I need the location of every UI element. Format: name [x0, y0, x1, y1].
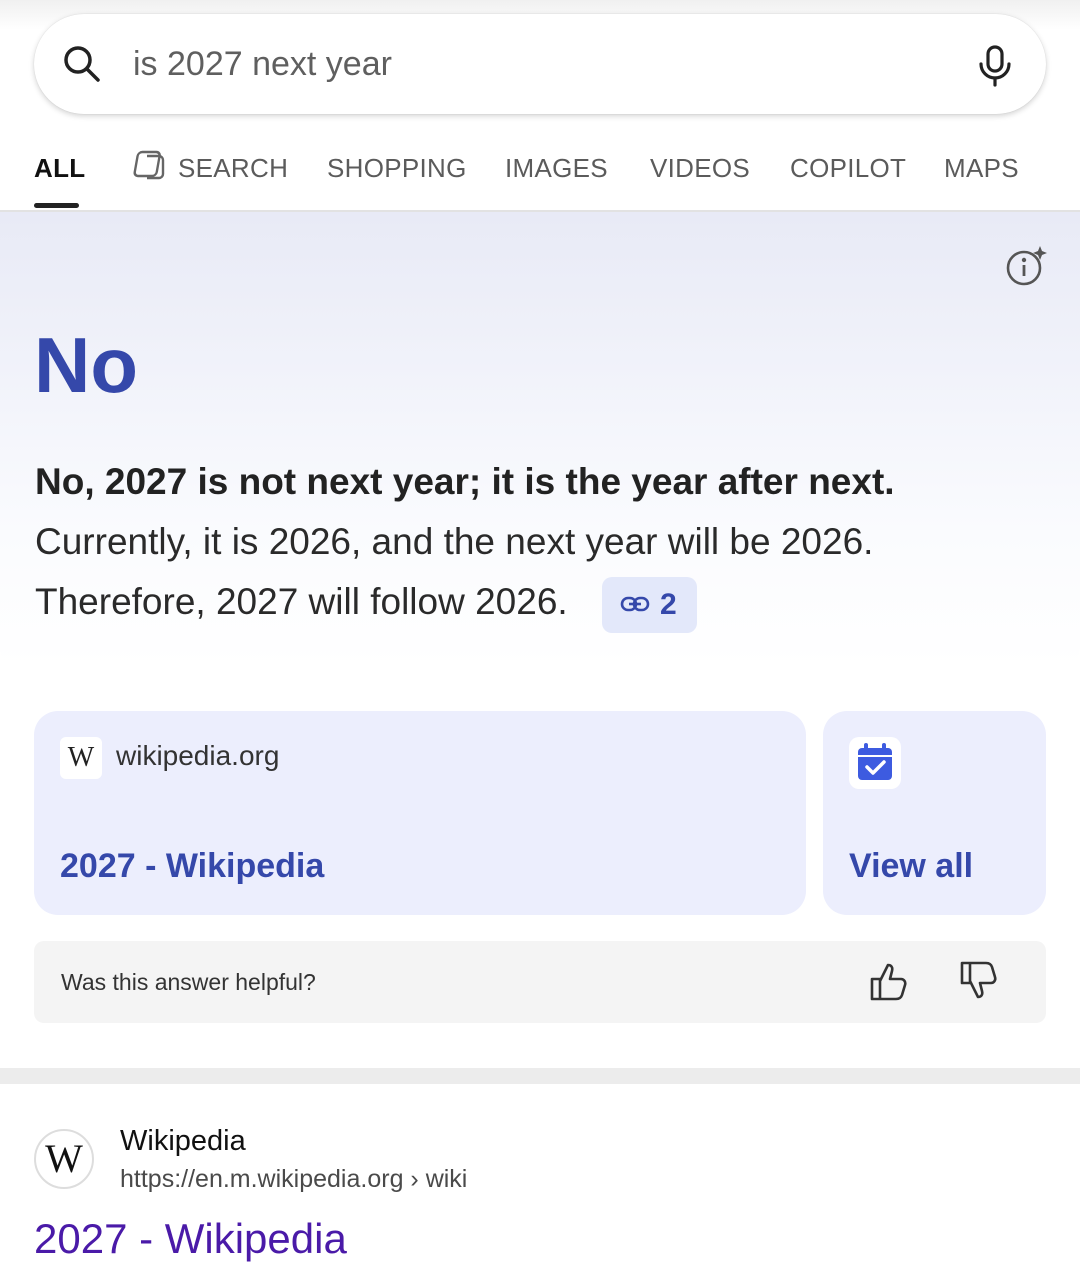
active-tab-indicator: [34, 203, 79, 208]
calendar-check-icon: [858, 743, 892, 780]
result-title-link[interactable]: 2027 - Wikipedia: [34, 1213, 347, 1265]
tab-shopping[interactable]: SHOPPING: [327, 152, 467, 184]
result-url[interactable]: https://en.m.wikipedia.org › wiki: [120, 1163, 467, 1195]
microphone-icon[interactable]: [976, 44, 1016, 88]
search-input[interactable]: is 2027 next year: [133, 42, 392, 86]
link-icon: [620, 596, 650, 612]
search-icon[interactable]: [62, 44, 102, 84]
answer-detail-line-1: Currently, it is 2026, and the next year…: [35, 521, 874, 562]
tab-videos[interactable]: VIDEOS: [650, 152, 750, 184]
ai-info-icon[interactable]: [1005, 244, 1049, 288]
tab-maps[interactable]: MAPS: [944, 152, 1019, 184]
thumbs-up-icon[interactable]: [868, 959, 908, 1003]
source-card-wikipedia[interactable]: W wikipedia.org 2027 - Wikipedia: [34, 711, 806, 915]
calendar-badge: [849, 737, 901, 789]
view-all-link[interactable]: View all: [849, 845, 973, 887]
source-title[interactable]: 2027 - Wikipedia: [60, 845, 324, 887]
tab-search[interactable]: SEARCH: [178, 152, 288, 184]
citation-count: 2: [660, 588, 677, 621]
copilot-search-icon: [133, 150, 165, 180]
section-divider: [0, 1068, 1080, 1084]
view-all-card[interactable]: View all: [823, 711, 1046, 915]
source-domain: wikipedia.org: [116, 740, 280, 771]
thumbs-down-icon[interactable]: [958, 959, 998, 1003]
answer-headline: No: [34, 321, 138, 409]
tab-images[interactable]: IMAGES: [505, 152, 608, 184]
search-tabs: ALL SEARCH SHOPPING IMAGES VIDEOS COPILO…: [0, 140, 1080, 212]
result-site-name[interactable]: Wikipedia: [120, 1124, 246, 1158]
tab-copilot[interactable]: COPILOT: [790, 152, 906, 184]
wikipedia-logo: W: [60, 737, 102, 779]
answer-summary: No, 2027 is not next year; it is the yea…: [35, 461, 895, 502]
wikipedia-site-logo: W: [34, 1129, 94, 1189]
tab-all[interactable]: ALL: [34, 152, 85, 184]
feedback-question: Was this answer helpful?: [61, 969, 316, 995]
feedback-bar: Was this answer helpful?: [34, 941, 1046, 1023]
citation-button[interactable]: 2: [602, 577, 697, 633]
answer-detail-line-2: Therefore, 2027 will follow 2026.: [35, 581, 568, 622]
